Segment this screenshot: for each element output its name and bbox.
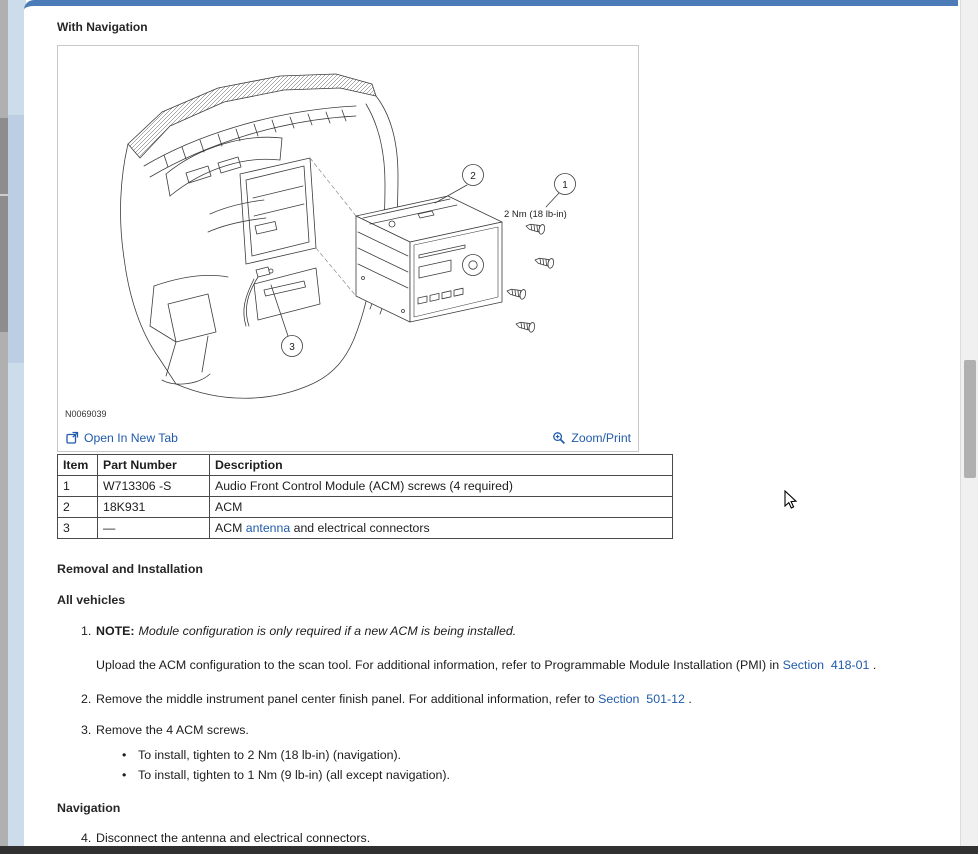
step-2: 2. Remove the middle instrument panel ce… [57,691,917,708]
step-2-text: Remove the middle instrument panel cente… [96,692,598,706]
cell-item: 3 [58,518,98,539]
service-manual-page: With Navigation [0,0,978,854]
callout-1-label: 1 [562,180,568,191]
step-body: Remove the middle instrument panel cente… [96,691,917,708]
figure-footer: Open In New Tab Zoom/Print [58,424,638,451]
parts-table-header-row: Item Part Number Description [58,455,673,476]
cell-part-number: — [98,518,210,539]
after-link-text: . [869,658,876,672]
bullet-item: To install, tighten to 2 Nm (18 lb-in) (… [96,745,917,765]
table-row: 1 W713306 -S Audio Front Control Module … [58,476,673,497]
step-1: 1. NOTE: Module configuration is only req… [57,623,917,676]
section-title: With Navigation [57,19,958,35]
torque-label: 2 Nm (18 lb-in) [504,209,567,220]
description-suffix: and electrical connectors [290,521,429,535]
zoom-print-link[interactable]: Zoom/Print [552,431,631,445]
taskbar-edge [0,846,978,854]
left-rail-segment[interactable] [0,196,8,332]
figure-box: 2 1 3 2 Nm (18 lb-in) N0069039 Open In N… [57,45,639,452]
cell-part-number: 18K931 [98,497,210,518]
step-number: 1. [81,623,96,676]
bullet-text: To install, tighten to 2 Nm (18 lb-in) (… [138,745,401,765]
heading-navigation: Navigation [57,801,958,816]
parts-table: Item Part Number Description 1 W713306 -… [57,454,673,539]
step-3: 3. Remove the 4 ACM screws. To install, … [57,722,917,785]
scrollbar-thumb[interactable] [964,360,976,478]
antenna-link[interactable]: antenna [246,521,290,535]
step-3-bullets: To install, tighten to 2 Nm (18 lb-in) (… [96,745,917,785]
step-1-paragraph: Upload the ACM configuration to the scan… [96,655,917,676]
open-in-new-tab-label: Open In New Tab [84,431,178,445]
left-rail-segment[interactable] [0,118,8,194]
cell-description: Audio Front Control Module (ACM) screws … [210,476,673,497]
content-panel: With Navigation [24,0,958,846]
left-scrollbar-rail[interactable] [0,0,8,854]
step-number: 3. [81,722,96,785]
bullet-text: To install, tighten to 1 Nm (9 lb-in) (a… [138,765,450,785]
zoom-print-label: Zoom/Print [571,431,631,445]
note-label: NOTE: [96,624,135,638]
zoom-magnifier-icon [552,431,566,445]
section-418-01-link[interactable]: Section 418-01 [783,658,870,672]
step-body: Remove the 4 ACM screws. To install, tig… [96,722,917,785]
cell-description: ACM antenna and electrical connectors [210,518,673,539]
step-body: NOTE: Module configuration is only requir… [96,623,917,676]
open-in-new-tab-icon [66,431,79,444]
step-4-text: Disconnect the antenna and electrical co… [96,831,370,845]
cell-item: 2 [58,497,98,518]
col-header-description: Description [210,455,673,476]
col-header-item: Item [58,455,98,476]
acm-exploded-diagram: 2 1 3 2 Nm (18 lb-in) [58,46,638,424]
bullet-item: To install, tighten to 1 Nm (9 lb-in) (a… [96,765,917,785]
figure-id-label: N0069039 [65,409,107,419]
callout-2-label: 2 [470,171,476,182]
table-row: 3 — ACM antenna and electrical connector… [58,518,673,539]
callout-3-label: 3 [289,342,295,353]
step-number: 4. [81,830,96,847]
vertical-scrollbar[interactable] [960,0,978,846]
note-text: Module configuration is only required if… [139,624,517,638]
step-3-text: Remove the 4 ACM screws. [96,723,249,737]
after-link-text: . [685,692,692,706]
step-number: 2. [81,691,96,708]
figure-canvas: 2 1 3 2 Nm (18 lb-in) N0069039 [58,46,638,424]
step-1-paragraph-text: Upload the ACM configuration to the scan… [96,658,779,672]
col-header-part-number: Part Number [98,455,210,476]
mouse-cursor [784,490,798,510]
cell-description: ACM [210,497,673,518]
description-prefix: ACM [215,521,246,535]
step-4: 4. Disconnect the antenna and electrical… [57,830,917,847]
step-1-note: NOTE: Module configuration is only requir… [96,623,917,640]
step-body: Disconnect the antenna and electrical co… [96,830,917,847]
open-in-new-tab-link[interactable]: Open In New Tab [66,431,178,445]
cell-item: 1 [58,476,98,497]
cell-part-number: W713306 -S [98,476,210,497]
heading-removal-and-installation: Removal and Installation [57,562,958,577]
section-501-12-link[interactable]: Section 501-12 [598,692,685,706]
heading-all-vehicles: All vehicles [57,593,958,608]
table-row: 2 18K931 ACM [58,497,673,518]
